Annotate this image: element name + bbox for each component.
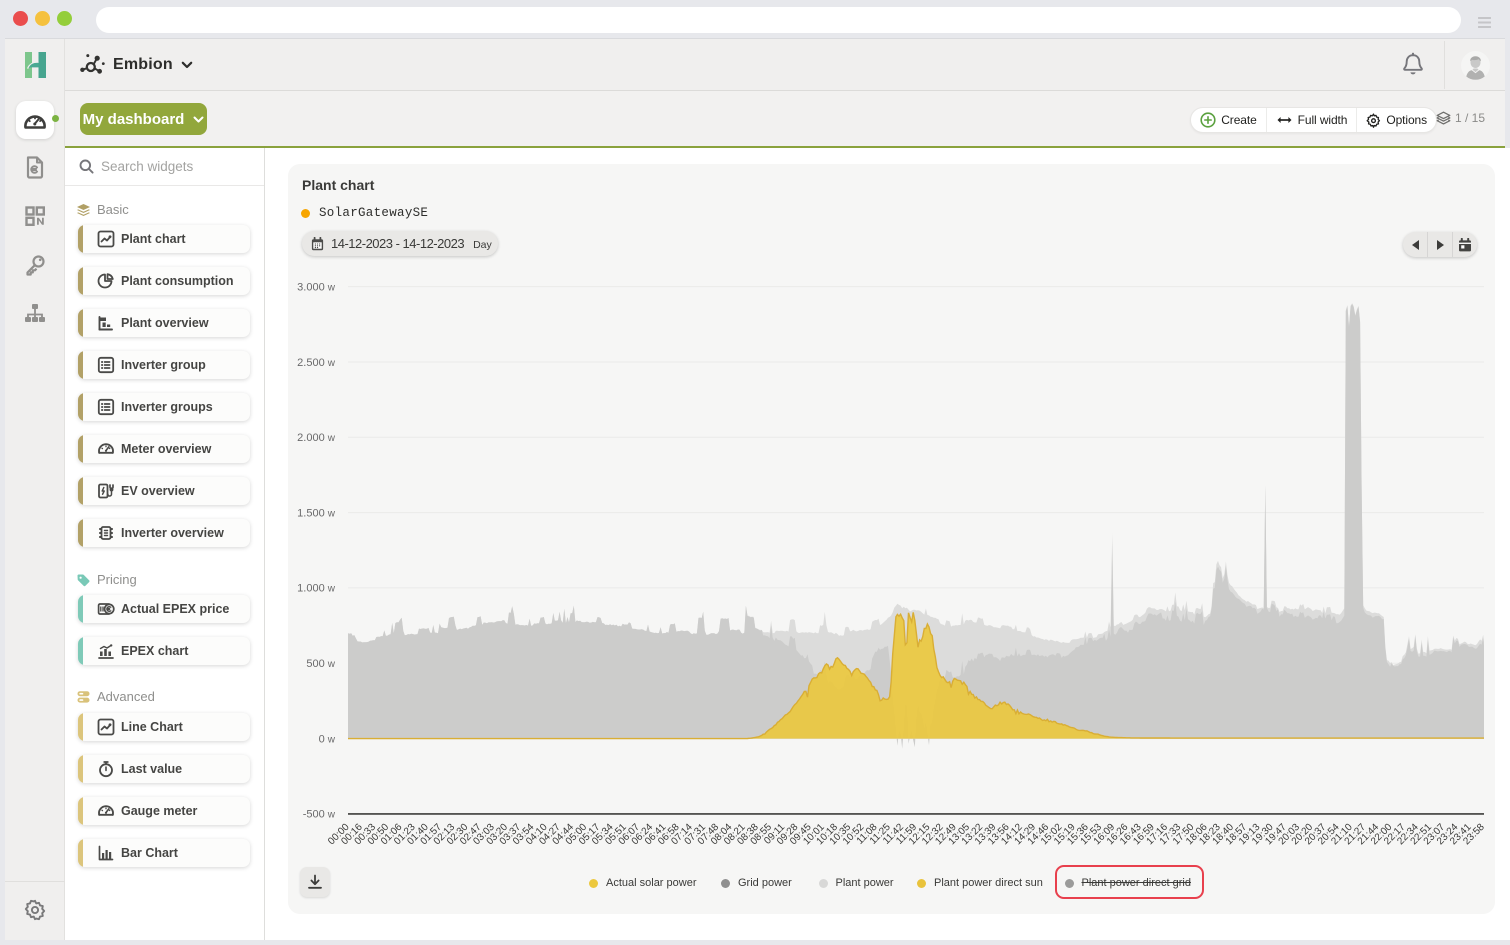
svg-text:1.500 w: 1.500 w: [297, 507, 336, 519]
svg-text:0 w: 0 w: [319, 733, 336, 745]
svg-text:-500 w: -500 w: [303, 809, 336, 821]
svg-text:2.000 w: 2.000 w: [297, 432, 336, 444]
svg-text:500 w: 500 w: [306, 658, 335, 670]
svg-text:2.500 w: 2.500 w: [297, 357, 336, 369]
svg-text:3.000 w: 3.000 w: [297, 281, 336, 293]
svg-text:1.000 w: 1.000 w: [297, 583, 336, 595]
